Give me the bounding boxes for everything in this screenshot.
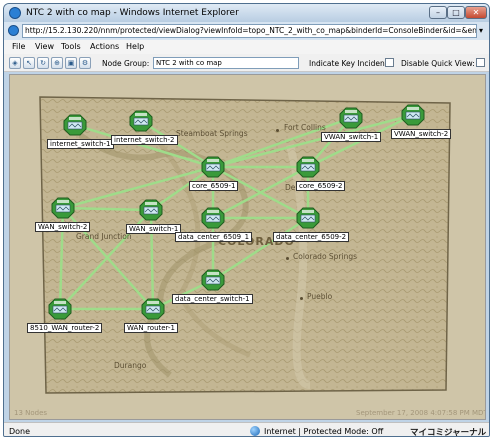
chevron-down-icon[interactable]: ▾: [476, 25, 486, 37]
minimize-button[interactable]: –: [429, 6, 447, 19]
city-durango: Durango: [114, 361, 147, 370]
city-steamboat-springs: Steamboat Springs: [176, 129, 248, 138]
node-label[interactable]: internet_switch-1: [47, 139, 114, 149]
map-timestamp: September 17, 2008 4:07:58 PM MDT: [356, 409, 486, 417]
switch-icon: [48, 298, 72, 320]
switch-icon: [296, 156, 320, 178]
menu-actions[interactable]: Actions: [90, 42, 119, 51]
switch-icon: [139, 199, 163, 221]
browser-icon: [9, 7, 21, 19]
node-label[interactable]: data_center_6509-2: [273, 232, 350, 242]
node-label[interactable]: VWAN_switch-1: [321, 132, 382, 142]
city-colorado-springs: Colorado Springs: [293, 252, 358, 261]
address-bar: http://15.2.130.220/nnm/protected/viewDi…: [4, 22, 489, 40]
city-marker: [300, 297, 303, 300]
city-grand-junction: Grand Junction: [76, 232, 132, 241]
toolbar: ◈ ↖ ↻ ⊕ ▣ ⚙ Node Group: NTC 2 with co ma…: [4, 54, 489, 72]
menu-tools[interactable]: Tools: [61, 42, 81, 51]
key-incidents-checkbox[interactable]: [385, 58, 394, 67]
disable-quick-view-label: Disable Quick View:: [401, 59, 475, 68]
node-label[interactable]: data_center_6509_1: [175, 232, 253, 242]
switch-icon: [201, 269, 225, 291]
network-node[interactable]: [201, 269, 225, 291]
node-group-select[interactable]: NTC 2 with co map: [153, 57, 299, 69]
node-label[interactable]: VWAN_switch-2: [391, 129, 452, 139]
network-node[interactable]: [51, 197, 75, 219]
browser-window: NTC 2 with co map - Windows Internet Exp…: [3, 3, 490, 437]
switch-icon: [401, 104, 425, 126]
save-icon[interactable]: ▣: [65, 57, 77, 69]
network-node[interactable]: [296, 207, 320, 229]
topology-map[interactable]: Fort Collins Steamboat Springs Denver Co…: [9, 74, 486, 420]
switch-icon: [51, 197, 75, 219]
network-node[interactable]: [401, 104, 425, 126]
close-button[interactable]: ✕: [465, 6, 487, 19]
node-count: 13 Nodes: [14, 409, 48, 417]
switch-icon: [296, 207, 320, 229]
switch-icon: [201, 207, 225, 229]
layout-icon[interactable]: ◈: [9, 57, 21, 69]
settings-icon[interactable]: ⚙: [79, 57, 91, 69]
city-pueblo: Pueblo: [307, 292, 333, 301]
address-input[interactable]: http://15.2.130.220/nnm/protected/viewDi…: [22, 24, 477, 38]
switch-icon: [129, 110, 153, 132]
network-node[interactable]: [141, 298, 165, 320]
network-node[interactable]: [139, 199, 163, 221]
pointer-icon[interactable]: ↖: [23, 57, 35, 69]
switch-icon: [339, 107, 363, 129]
node-label[interactable]: core_6509-2: [296, 181, 346, 191]
menu-file[interactable]: File: [12, 42, 25, 51]
network-link[interactable]: [62, 206, 152, 212]
node-label[interactable]: WAN_switch-1: [126, 224, 182, 234]
city-marker: [286, 257, 289, 260]
page-icon: [8, 25, 19, 36]
maximize-button[interactable]: □: [447, 6, 465, 19]
node-label[interactable]: data_center_switch-1: [172, 294, 253, 304]
window-title: NTC 2 with co map - Windows Internet Exp…: [26, 8, 239, 18]
menu-bar: File View Tools Actions Help: [4, 40, 489, 54]
switch-icon: [201, 156, 225, 178]
node-label[interactable]: internet_switch-2: [111, 135, 178, 145]
watermark: マイコミジャーナル: [410, 428, 487, 437]
status-bar: Done Internet | Protected Mode: Off マイコミ…: [4, 422, 489, 437]
city-fort-collins: Fort Collins: [284, 123, 326, 132]
switch-icon: [63, 114, 87, 136]
zoom-icon[interactable]: ⊕: [51, 57, 63, 69]
globe-icon: [250, 426, 260, 436]
network-node[interactable]: [296, 156, 320, 178]
network-node[interactable]: [339, 107, 363, 129]
node-label[interactable]: core_6509-1: [189, 181, 239, 191]
network-node[interactable]: [48, 298, 72, 320]
disable-quick-view-checkbox[interactable]: [476, 58, 485, 67]
title-bar: NTC 2 with co map - Windows Internet Exp…: [4, 4, 489, 22]
network-node[interactable]: [201, 156, 225, 178]
node-label[interactable]: 8510_WAN_router-2: [27, 323, 103, 333]
menu-help[interactable]: Help: [126, 42, 144, 51]
network-node[interactable]: [201, 207, 225, 229]
status-text: Done: [9, 427, 31, 436]
network-node[interactable]: [63, 114, 87, 136]
menu-view[interactable]: View: [35, 42, 54, 51]
network-link[interactable]: [212, 216, 309, 282]
city-marker: [276, 129, 279, 132]
node-group-label: Node Group:: [102, 59, 150, 68]
node-label[interactable]: WAN_router-1: [124, 323, 178, 333]
switch-icon: [141, 298, 165, 320]
key-incidents-label: Indicate Key Incidents:: [309, 59, 395, 68]
node-label[interactable]: WAN_switch-2: [35, 222, 91, 232]
security-zone[interactable]: Internet | Protected Mode: Off: [264, 427, 383, 436]
refresh-icon[interactable]: ↻: [37, 57, 49, 69]
network-node[interactable]: [129, 110, 153, 132]
